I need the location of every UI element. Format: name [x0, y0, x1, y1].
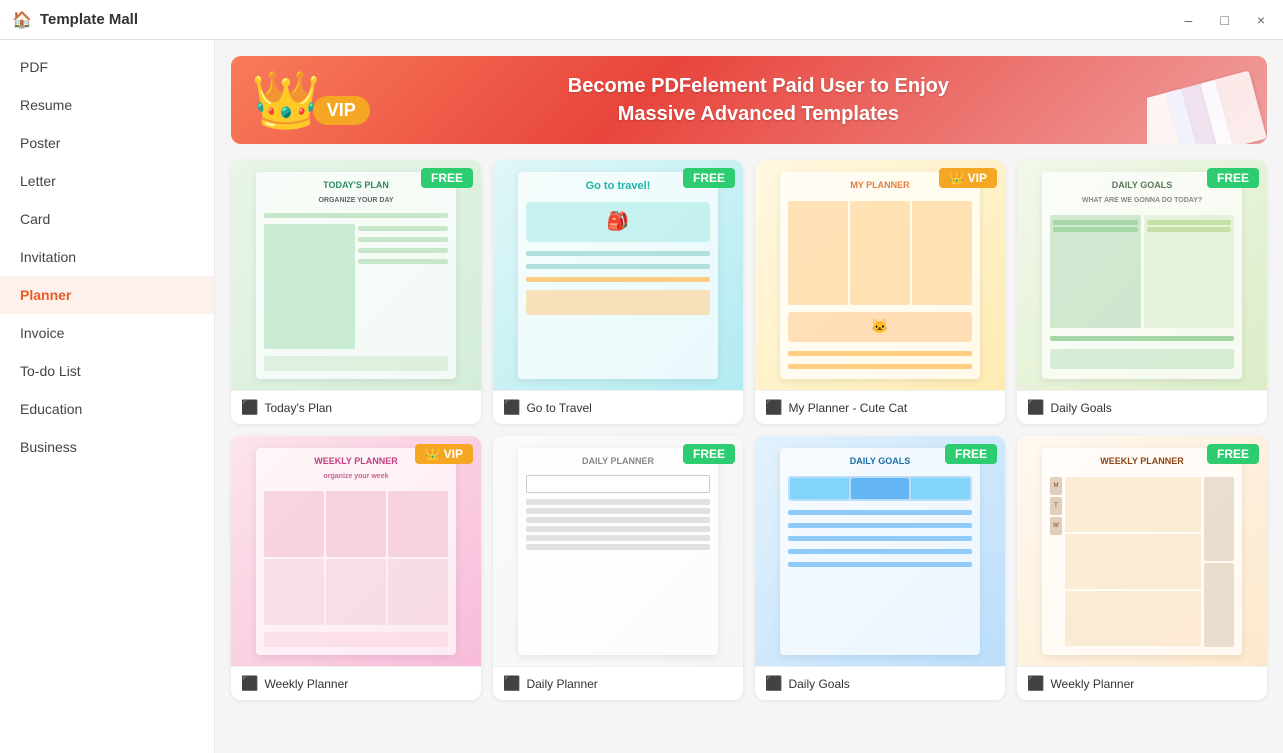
template-grid: TODAY'S PLAN ORGANIZE YOUR DAY: [231, 160, 1267, 700]
promo-banner[interactable]: 👑 VIP Become PDFelement Paid User to Enj…: [231, 56, 1267, 144]
pdf-icon-2: ⬛: [503, 399, 520, 416]
badge-free-2: FREE: [683, 168, 735, 188]
template-thumb-2: Go to travel! 🎒 FREE: [493, 160, 743, 390]
template-footer-7: ⬛ Daily Goals: [755, 666, 1005, 700]
badge-free-4: FREE: [1207, 168, 1259, 188]
paper-stack: [1147, 71, 1267, 144]
template-thumb-7: DAILY GOALS FREE: [755, 436, 1005, 666]
planner-preview-6: DAILY PLANNER: [518, 448, 718, 655]
sidebar-item-pdf[interactable]: PDF: [0, 48, 214, 86]
template-thumb-6: DAILY PLANNER FREE: [493, 436, 743, 666]
template-thumb-4: DAILY GOALS WHAT ARE WE GONNA DO TODAY?: [1017, 160, 1267, 390]
template-thumb-5: WEEKLY PLANNER organize your week 👑 V: [231, 436, 481, 666]
badge-vip-5: 👑 VIP: [415, 444, 473, 464]
template-name-1: Today's Plan: [264, 401, 332, 415]
sidebar-label-education: Education: [20, 401, 82, 417]
close-button[interactable]: ×: [1251, 10, 1271, 30]
template-name-8: Weekly Planner: [1050, 677, 1134, 691]
planner-preview-2: Go to travel! 🎒: [518, 172, 718, 379]
sidebar: PDF Resume Poster Letter Card Invitation…: [0, 40, 215, 753]
sidebar-item-invoice[interactable]: Invoice: [0, 314, 214, 352]
template-footer-8: ⬛ Weekly Planner: [1017, 666, 1267, 700]
title-bar-left: 🏠 Template Mall: [12, 10, 138, 30]
sidebar-item-card[interactable]: Card: [0, 200, 214, 238]
sidebar-label-planner: Planner: [20, 287, 71, 303]
app-title: Template Mall: [40, 11, 138, 28]
sidebar-label-invitation: Invitation: [20, 249, 76, 265]
badge-free-7: FREE: [945, 444, 997, 464]
sidebar-item-business[interactable]: Business: [0, 428, 214, 466]
sidebar-label-poster: Poster: [20, 135, 60, 151]
template-card-my-planner[interactable]: MY PLANNER 🐱 👑 VIP ⬛ My Planne: [755, 160, 1005, 424]
sidebar-label-letter: Letter: [20, 173, 56, 189]
pdf-icon-7: ⬛: [765, 675, 782, 692]
template-footer-6: ⬛ Daily Planner: [493, 666, 743, 700]
banner-decoration: [1147, 56, 1267, 144]
minimize-button[interactable]: –: [1179, 10, 1199, 30]
vip-label: VIP: [313, 96, 370, 125]
planner-preview-5: WEEKLY PLANNER organize your week: [256, 448, 456, 655]
banner-text-area: Become PDFelement Paid User to Enjoy Mas…: [370, 72, 1147, 128]
sidebar-item-poster[interactable]: Poster: [0, 124, 214, 162]
template-name-3: My Planner - Cute Cat: [788, 401, 907, 415]
template-footer-4: ⬛ Daily Goals: [1017, 390, 1267, 424]
sidebar-item-letter[interactable]: Letter: [0, 162, 214, 200]
banner-crown-area: 👑 VIP: [231, 72, 370, 128]
sidebar-label-card: Card: [20, 211, 50, 227]
template-card-weekly-planner-free[interactable]: WEEKLY PLANNER M T W: [1017, 436, 1267, 700]
title-bar: 🏠 Template Mall – □ ×: [0, 0, 1283, 40]
window-controls: – □ ×: [1179, 10, 1271, 30]
sidebar-item-todo[interactable]: To-do List: [0, 352, 214, 390]
pdf-icon-8: ⬛: [1027, 675, 1044, 692]
sidebar-item-education[interactable]: Education: [0, 390, 214, 428]
template-name-7: Daily Goals: [788, 677, 849, 691]
template-thumb-1: TODAY'S PLAN ORGANIZE YOUR DAY: [231, 160, 481, 390]
planner-preview-3: MY PLANNER 🐱: [780, 172, 980, 379]
pdf-icon-4: ⬛: [1027, 399, 1044, 416]
planner-preview-8: WEEKLY PLANNER M T W: [1042, 448, 1242, 655]
sidebar-label-todo: To-do List: [20, 363, 81, 379]
pdf-icon-6: ⬛: [503, 675, 520, 692]
template-card-weekly-planner-vip[interactable]: WEEKLY PLANNER organize your week 👑 V: [231, 436, 481, 700]
template-name-2: Go to Travel: [526, 401, 591, 415]
sidebar-label-invoice: Invoice: [20, 325, 64, 341]
template-card-daily-goals[interactable]: DAILY GOALS WHAT ARE WE GONNA DO TODAY?: [1017, 160, 1267, 424]
sidebar-item-planner[interactable]: Planner: [0, 276, 214, 314]
template-name-6: Daily Planner: [526, 677, 597, 691]
badge-free-1: FREE: [421, 168, 473, 188]
main-content: 👑 VIP Become PDFelement Paid User to Enj…: [215, 40, 1283, 753]
crown-icon: 👑: [251, 72, 321, 128]
template-card-todays-plan[interactable]: TODAY'S PLAN ORGANIZE YOUR DAY: [231, 160, 481, 424]
template-name-4: Daily Goals: [1050, 401, 1111, 415]
planner-preview-1: TODAY'S PLAN ORGANIZE YOUR DAY: [256, 172, 456, 379]
template-card-daily-goals-blue[interactable]: DAILY GOALS FREE: [755, 436, 1005, 700]
template-footer-2: ⬛ Go to Travel: [493, 390, 743, 424]
sidebar-label-business: Business: [20, 439, 77, 455]
template-footer-1: ⬛ Today's Plan: [231, 390, 481, 424]
sidebar-item-invitation[interactable]: Invitation: [0, 238, 214, 276]
template-card-daily-planner[interactable]: DAILY PLANNER FREE ⬛: [493, 436, 743, 700]
template-name-5: Weekly Planner: [264, 677, 348, 691]
pdf-icon-1: ⬛: [241, 399, 258, 416]
sidebar-label-pdf: PDF: [20, 59, 48, 75]
template-footer-5: ⬛ Weekly Planner: [231, 666, 481, 700]
banner-line1: Become PDFelement Paid User to Enjoy Mas…: [390, 72, 1127, 128]
template-thumb-8: WEEKLY PLANNER M T W: [1017, 436, 1267, 666]
sidebar-item-resume[interactable]: Resume: [0, 86, 214, 124]
sidebar-label-resume: Resume: [20, 97, 72, 113]
badge-free-6: FREE: [683, 444, 735, 464]
pdf-icon-5: ⬛: [241, 675, 258, 692]
template-card-go-to-travel[interactable]: Go to travel! 🎒 FREE ⬛ Go to Travel: [493, 160, 743, 424]
app-body: PDF Resume Poster Letter Card Invitation…: [0, 40, 1283, 753]
badge-vip-3: 👑 VIP: [939, 168, 997, 188]
template-thumb-3: MY PLANNER 🐱 👑 VIP: [755, 160, 1005, 390]
home-icon: 🏠: [12, 10, 32, 30]
template-footer-3: ⬛ My Planner - Cute Cat: [755, 390, 1005, 424]
planner-preview-7: DAILY GOALS: [780, 448, 980, 655]
badge-free-8: FREE: [1207, 444, 1259, 464]
maximize-button[interactable]: □: [1214, 10, 1234, 30]
planner-preview-4: DAILY GOALS WHAT ARE WE GONNA DO TODAY?: [1042, 172, 1242, 379]
pdf-icon-3: ⬛: [765, 399, 782, 416]
